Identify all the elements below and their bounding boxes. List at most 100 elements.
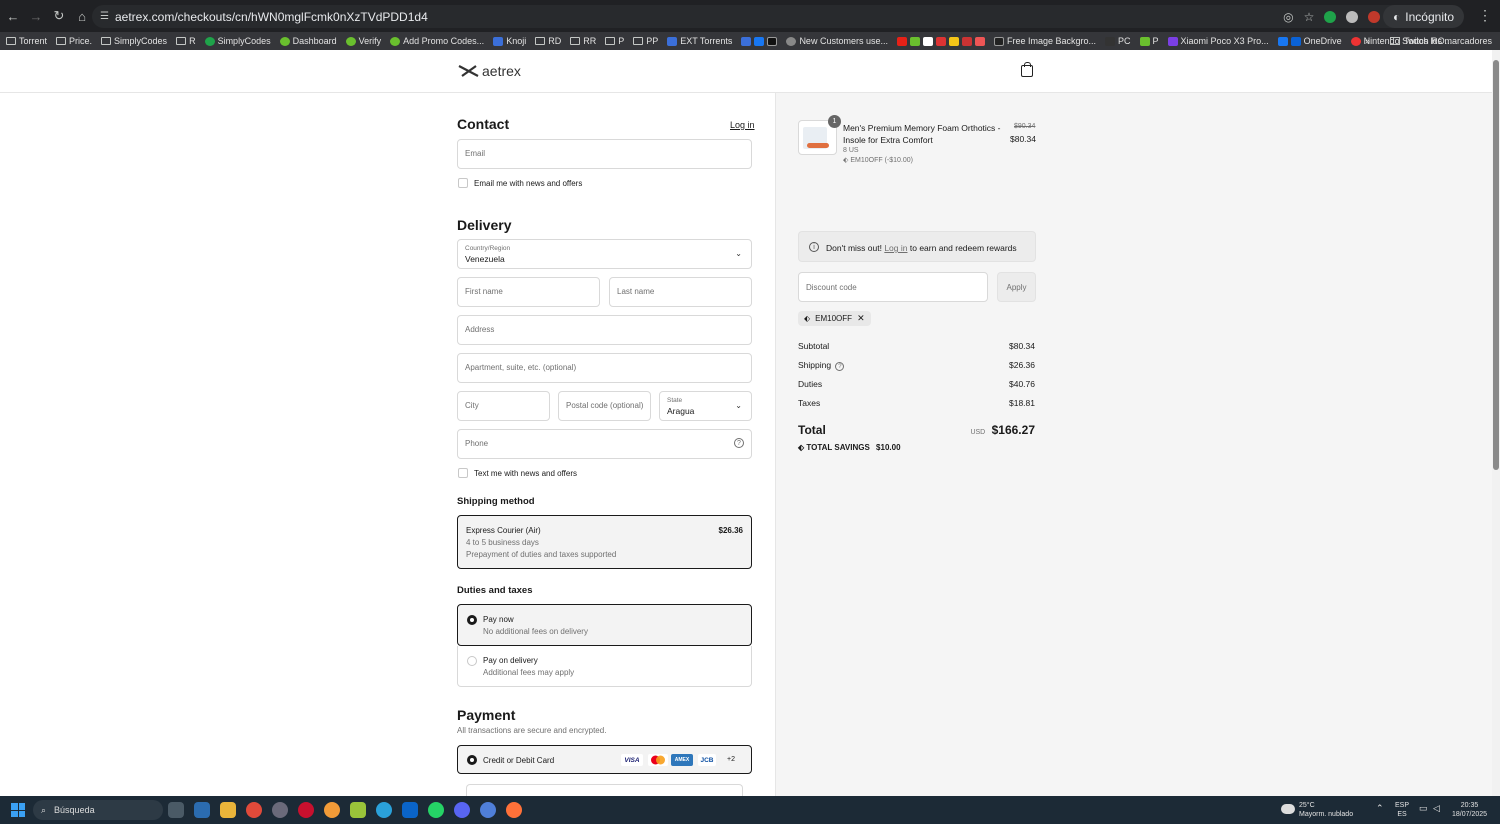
network-icon[interactable]: ▭ bbox=[1419, 804, 1428, 813]
login-link[interactable]: Log in bbox=[730, 120, 755, 130]
file-explorer-icon[interactable] bbox=[220, 802, 236, 818]
bookmark-item[interactable]: PC bbox=[1105, 36, 1131, 46]
chevron-up-icon[interactable]: ⌃ bbox=[1376, 804, 1384, 813]
firefox-icon[interactable] bbox=[506, 802, 522, 818]
star-icon[interactable]: ☆ bbox=[1304, 10, 1315, 24]
bookmark-item[interactable]: New Customers use... bbox=[786, 36, 888, 46]
incognito-icon: ◐ bbox=[1393, 9, 1401, 24]
card-radio[interactable] bbox=[467, 755, 477, 765]
telegram-icon[interactable] bbox=[376, 802, 392, 818]
bag-icon[interactable] bbox=[1021, 62, 1033, 77]
phone-field[interactable]: Phone ? bbox=[457, 429, 752, 459]
windows-start-icon[interactable] bbox=[11, 803, 25, 817]
state-select[interactable]: State Aragua ⌄ bbox=[659, 391, 752, 421]
subtotal-label: Subtotal bbox=[798, 341, 830, 351]
menu-icon[interactable]: ⋮ bbox=[1478, 7, 1492, 24]
bookmark-item[interactable]: PP bbox=[633, 36, 658, 46]
whatsapp-icon[interactable] bbox=[428, 802, 444, 818]
bookmark-item[interactable]: OneDrive bbox=[1277, 36, 1342, 46]
page-scrollbar[interactable] bbox=[1492, 50, 1500, 796]
bookmark-item[interactable]: Verify bbox=[345, 36, 381, 46]
all-bookmarks[interactable]: » Todos los marcadores bbox=[1365, 32, 1492, 50]
last-name-field[interactable]: Last name bbox=[609, 277, 752, 307]
bookmark-item[interactable]: Price. bbox=[56, 36, 92, 46]
incognito-badge[interactable]: ◐ Incógnito bbox=[1383, 5, 1464, 28]
address-field[interactable]: Address bbox=[457, 315, 752, 345]
bookmark-item[interactable]: Dashboard bbox=[279, 36, 337, 46]
weather-widget[interactable]: 25°C Mayorm. nublado bbox=[1299, 801, 1353, 819]
site-info-icon[interactable]: ☰ bbox=[100, 11, 109, 22]
total-label: Total bbox=[798, 423, 826, 437]
bookmark-item[interactable]: RR bbox=[570, 36, 596, 46]
bookmark-item[interactable]: P bbox=[1139, 36, 1159, 46]
bookmark-item[interactable]: SimplyCodes bbox=[204, 36, 271, 46]
app-icon[interactable] bbox=[480, 802, 496, 818]
text-news-checkbox[interactable] bbox=[458, 468, 468, 478]
payment-heading: Payment bbox=[457, 707, 516, 723]
extension-icon[interactable] bbox=[1368, 10, 1381, 23]
help-icon[interactable]: ? bbox=[835, 362, 845, 371]
help-icon[interactable]: ? bbox=[734, 438, 744, 448]
bookmark-item[interactable]: Torrent bbox=[6, 36, 47, 46]
app-icon[interactable] bbox=[350, 802, 366, 818]
site-header: aetrex bbox=[0, 50, 1492, 93]
aetrex-logo[interactable]: aetrex bbox=[458, 63, 521, 79]
bookmark-item[interactable]: Add Promo Codes... bbox=[390, 36, 484, 46]
task-view-icon[interactable] bbox=[168, 802, 184, 818]
postal-code-field[interactable]: Postal code (optional) bbox=[558, 391, 651, 421]
bookmark-item[interactable] bbox=[896, 36, 985, 46]
pay-now-option[interactable]: Pay now No additional fees on delivery bbox=[457, 604, 752, 646]
back-icon[interactable]: ← bbox=[2, 5, 24, 27]
jcb-icon: JCB bbox=[698, 754, 716, 766]
email-field[interactable]: Email bbox=[457, 139, 752, 169]
chevron-more-icon[interactable]: » bbox=[1365, 36, 1370, 46]
duties-value: $40.76 bbox=[1009, 379, 1035, 389]
bookmarks-bar: Torrent Price. SimplyCodes R SimplyCodes… bbox=[0, 32, 1500, 50]
chrome-icon[interactable] bbox=[246, 802, 262, 818]
bookmark-item[interactable]: RD bbox=[535, 36, 561, 46]
eye-off-icon[interactable]: ◎ bbox=[1283, 10, 1293, 24]
first-name-field[interactable]: First name bbox=[457, 277, 600, 307]
pay-on-delivery-radio[interactable] bbox=[467, 656, 477, 666]
card-payment-option[interactable]: Credit or Debit Card VISA AMEX JCB +2 bbox=[457, 745, 752, 774]
app-icon[interactable] bbox=[324, 802, 340, 818]
bookmark-item[interactable]: SimplyCodes bbox=[101, 36, 167, 46]
extension-icon[interactable] bbox=[1324, 10, 1337, 23]
language-indicator[interactable]: ESP ES bbox=[1395, 801, 1409, 819]
country-select[interactable]: Country/Region Venezuela ⌄ bbox=[457, 239, 752, 269]
address-bar[interactable]: ☰ aetrex.com/checkouts/cn/hWN0mglFcmk0nX… bbox=[92, 5, 1407, 28]
pay-on-delivery-option[interactable]: Pay on delivery Additional fees may appl… bbox=[457, 646, 752, 687]
pay-now-radio[interactable] bbox=[467, 615, 477, 625]
bookmark-item[interactable]: P bbox=[605, 36, 624, 46]
card-number-field[interactable] bbox=[466, 784, 743, 796]
discount-code-input[interactable]: Discount code bbox=[798, 272, 988, 302]
bookmark-item[interactable]: Knoji bbox=[493, 36, 526, 46]
apply-button[interactable]: Apply bbox=[997, 272, 1036, 302]
shipping-option[interactable]: Express Courier (Air) $26.36 4 to 5 busi… bbox=[457, 515, 752, 569]
bookmark-item[interactable]: Free Image Backgro... bbox=[993, 36, 1096, 46]
media-player-icon[interactable] bbox=[272, 802, 288, 818]
bookmark-item[interactable] bbox=[741, 36, 778, 46]
city-field[interactable]: City bbox=[457, 391, 550, 421]
extension-icon[interactable] bbox=[1346, 10, 1359, 23]
clock[interactable]: 20:35 18/07/2025 bbox=[1452, 801, 1487, 819]
product-discount: ⬖ EM10OFF (-$10.00) bbox=[843, 157, 913, 164]
bookmark-item[interactable]: R bbox=[176, 36, 196, 46]
bookmark-item[interactable]: EXT Torrents bbox=[667, 36, 732, 46]
apartment-field[interactable]: Apartment, suite, etc. (optional) bbox=[457, 353, 752, 383]
weather-icon[interactable] bbox=[1281, 804, 1295, 814]
home-icon[interactable]: ⌂ bbox=[71, 5, 93, 27]
outlook-icon[interactable] bbox=[402, 802, 418, 818]
chevron-down-icon: ⌄ bbox=[735, 249, 742, 258]
reload-icon[interactable]: ↻ bbox=[48, 5, 70, 27]
bookmark-item[interactable]: Xiaomi Poco X3 Pro... bbox=[1167, 36, 1269, 46]
store-icon[interactable] bbox=[194, 802, 210, 818]
volume-icon[interactable]: ◁ bbox=[1433, 804, 1440, 813]
discord-icon[interactable] bbox=[454, 802, 470, 818]
forward-icon[interactable]: → bbox=[25, 5, 47, 27]
email-news-checkbox[interactable] bbox=[458, 178, 468, 188]
taskbar-search[interactable]: ⌕ Búsqueda bbox=[33, 800, 163, 820]
rewards-login-link[interactable]: Log in bbox=[884, 243, 907, 253]
opera-icon[interactable] bbox=[298, 802, 314, 818]
remove-discount-icon[interactable]: ✕ bbox=[857, 313, 865, 324]
